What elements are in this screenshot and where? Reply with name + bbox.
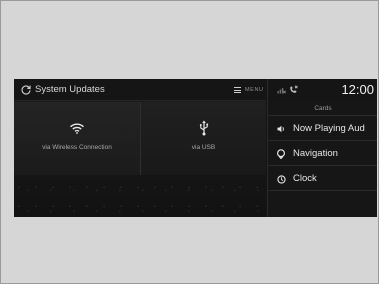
refresh-icon [21,85,31,95]
clock-icon [276,174,286,184]
status-bar: 12:00 [268,79,377,101]
card-label-navigation: Navigation [293,148,338,159]
card-now-playing[interactable]: Now Playing Aud [268,117,377,141]
menu-label: MENU [245,87,264,93]
app-header: System Updates MENU [14,79,266,101]
signal-muted-icon [277,87,286,93]
menu-icon [234,87,241,93]
card-label-clock: Clock [293,173,317,184]
usb-option-label: via USB [191,144,216,151]
system-updates-app: System Updates MENU via Wireless Connect… [14,79,266,217]
usb-update-option[interactable]: via USB [141,102,266,175]
page-frame: System Updates MENU via Wireless Connect… [0,0,379,284]
navigation-pin-icon [276,149,286,159]
card-clock[interactable]: Clock [268,167,377,191]
wifi-icon [70,123,84,134]
speaker-icon [277,125,284,133]
wireless-update-option[interactable]: via Wireless Connection [14,102,140,175]
clock-time: 12:00 [341,82,374,97]
card-navigation[interactable]: Navigation [268,142,377,166]
cards-title: Cards [268,102,377,116]
card-label-now-playing: Now Playing Aud [293,123,365,134]
usb-icon [199,120,208,136]
menu-button[interactable]: MENU [234,84,264,96]
option-divider [140,102,141,175]
page-title: System Updates [35,84,105,95]
wireless-option-label: via Wireless Connection [42,144,112,151]
infotainment-screen: System Updates MENU via Wireless Connect… [14,79,377,217]
cards-panel: 12:00 Cards Now Playing Aud Navigation C… [267,79,377,217]
phone-disconnected-icon [290,85,298,93]
